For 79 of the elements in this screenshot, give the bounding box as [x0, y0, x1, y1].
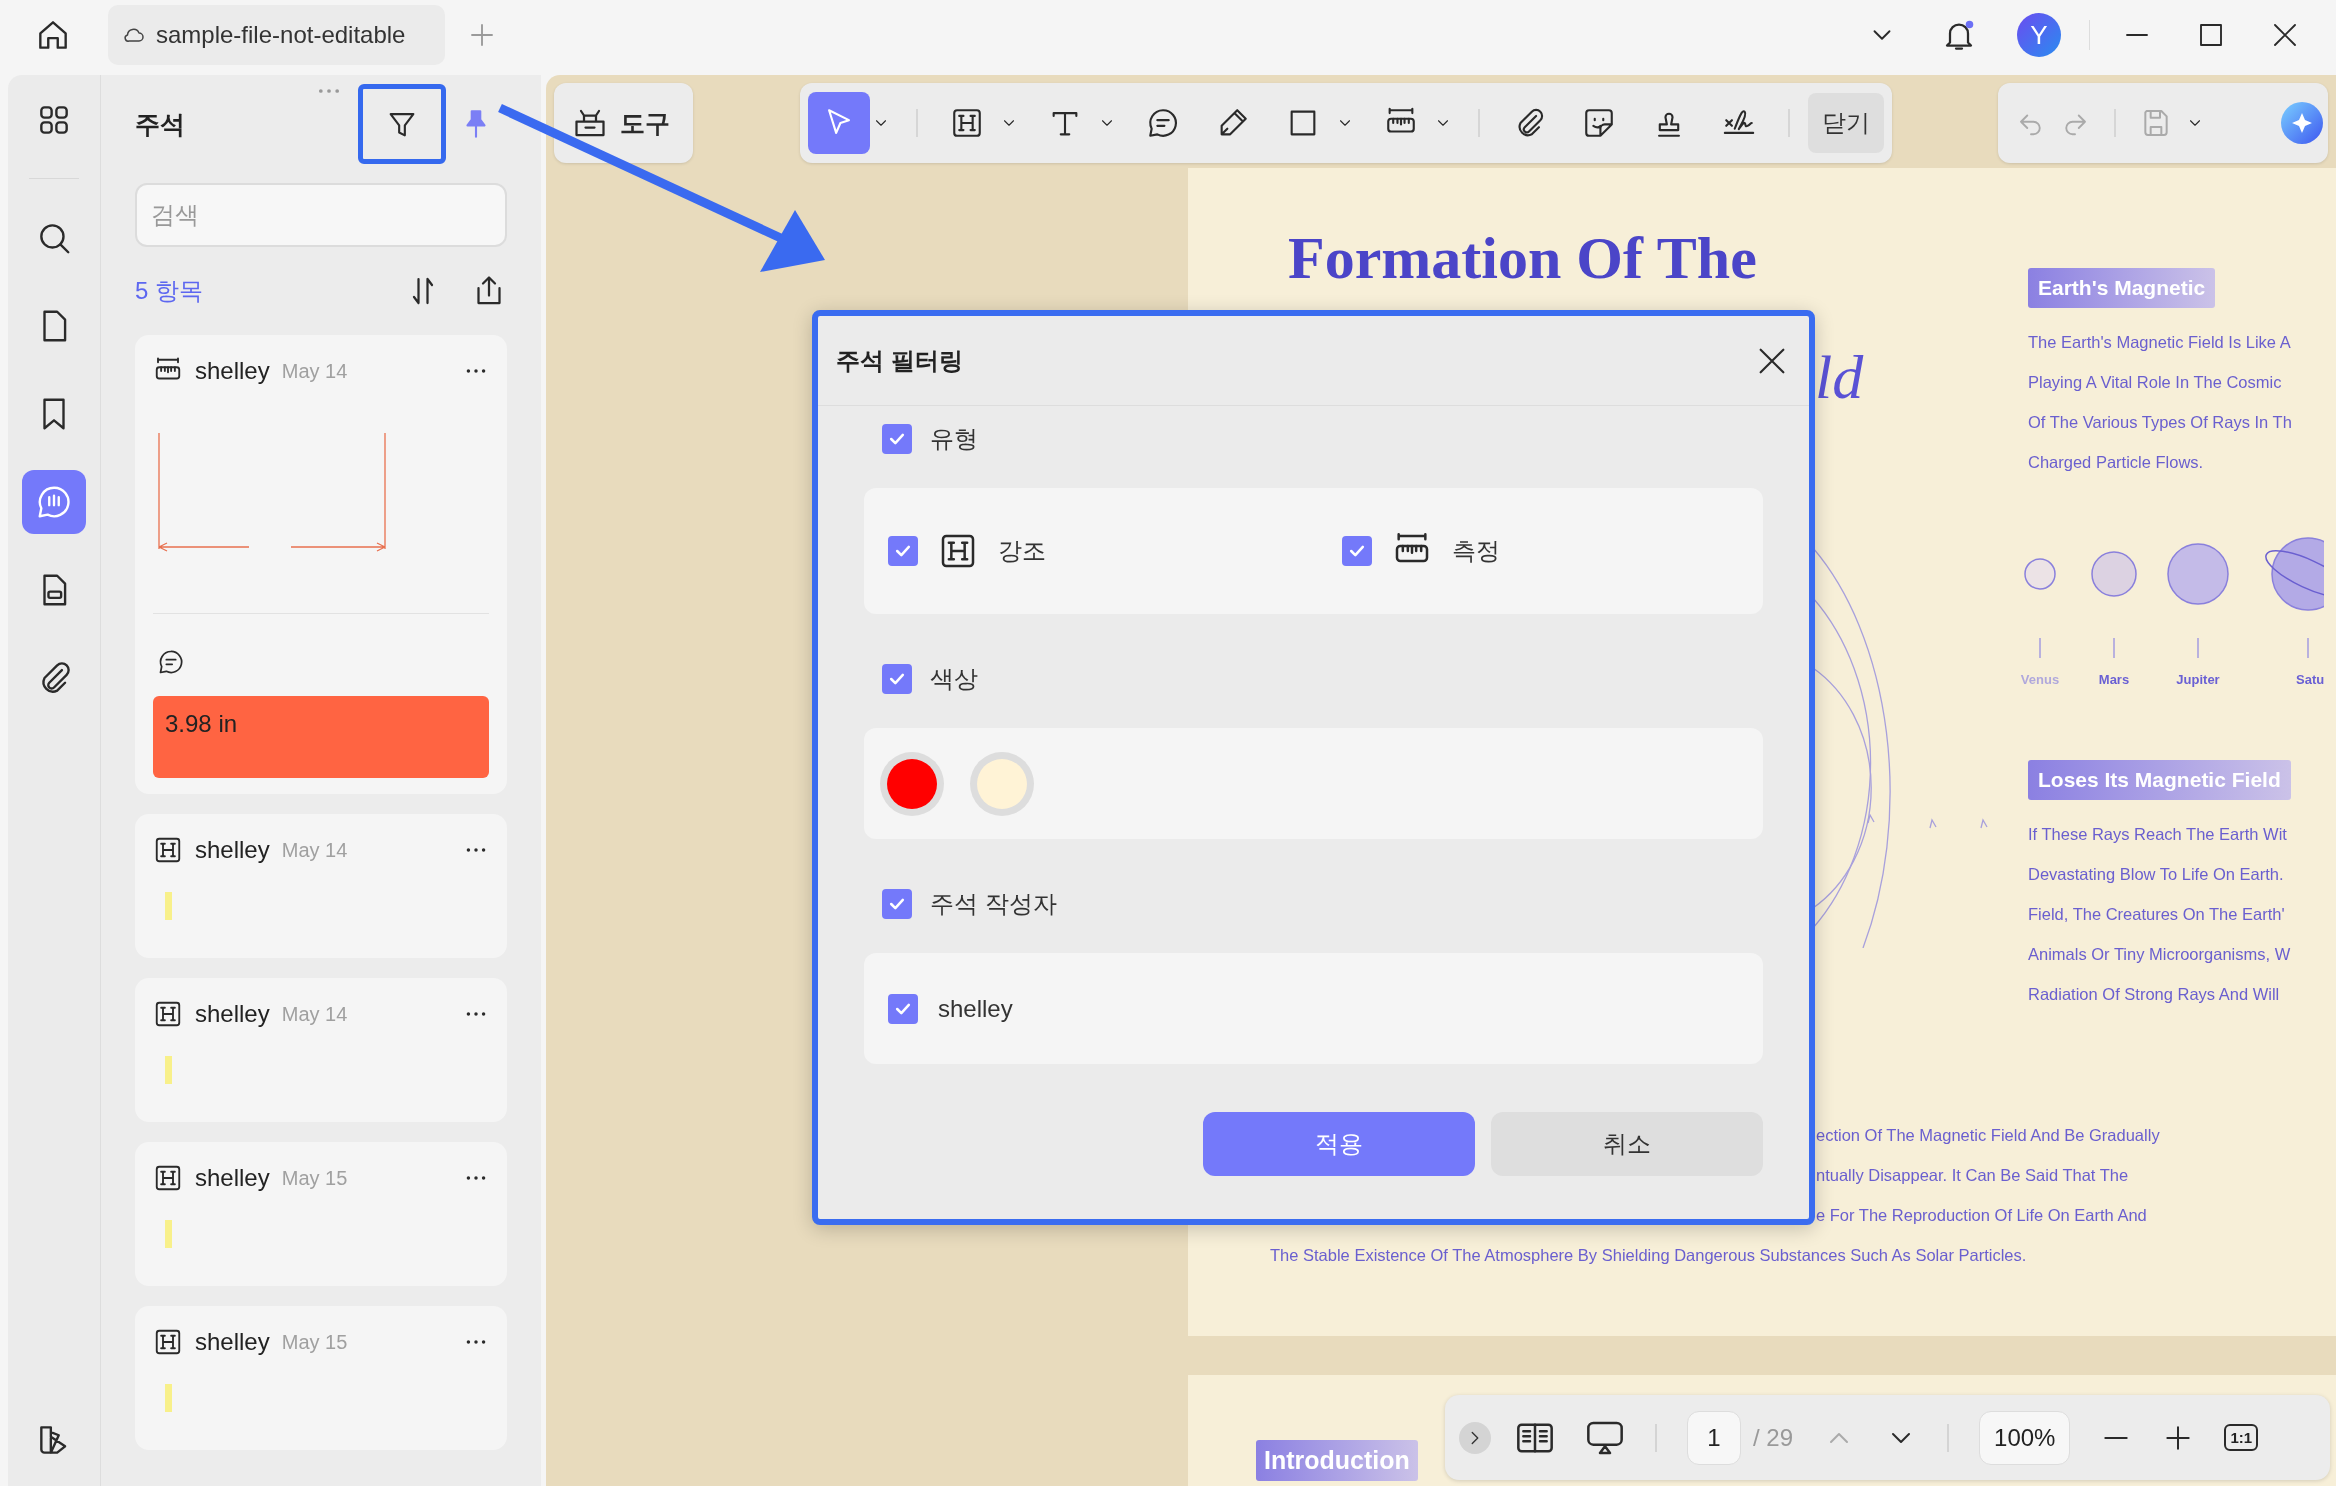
checkbox[interactable] [888, 536, 918, 566]
text-line: Radiation Of Strong Rays And Will [2028, 984, 2280, 1005]
highlight-swatch [165, 1220, 172, 1248]
planet-label: Satu [2296, 672, 2324, 687]
checkbox[interactable] [888, 993, 918, 1024]
author-name: shelley [195, 1000, 270, 1028]
checkbox[interactable] [1341, 536, 1372, 566]
h-letter-icon [153, 999, 183, 1029]
text-line: Charged Particle Flows. [2028, 452, 2204, 473]
document-title: Formation Of The [1288, 228, 1758, 288]
checkbox[interactable] [882, 889, 912, 919]
close-button[interactable]: 닫기 [1807, 93, 1884, 153]
text-line: Playing A Vital Role In The Cosmic [2028, 372, 2282, 393]
annotation-card[interactable]: shelley May 15 [135, 1306, 507, 1450]
filter-button[interactable] [358, 84, 446, 164]
comment-text: 3.98 in [153, 696, 489, 778]
highlight-swatch [165, 1384, 172, 1412]
annotation-card[interactable]: shelley May 15 [135, 1142, 507, 1286]
option-label: 강조 [998, 536, 1046, 566]
apply-button[interactable]: 적용 [1203, 1112, 1475, 1176]
avatar[interactable]: Y [2017, 13, 2061, 57]
highlight-swatch [165, 1056, 172, 1084]
option-label: shelley [938, 994, 1013, 1023]
author-name: shelley [195, 1328, 270, 1356]
checkbox[interactable] [882, 664, 912, 694]
page-total: / 29 [1753, 1423, 1794, 1452]
planet-label: Venus [2020, 672, 2060, 687]
h-letter-icon [153, 1163, 183, 1193]
assistant-icon[interactable] [2280, 101, 2324, 145]
author-name: shelley [195, 836, 270, 864]
planet-label: Mars [2098, 672, 2130, 687]
date: May 15 [281, 1330, 348, 1354]
checkbox[interactable] [882, 424, 912, 454]
text-line: The Stable Existence Of The Atmosphere By Shielding Dangerous Substances Such As Solar Particles. [1270, 1245, 2027, 1266]
text-line: e For The Reproduction Of Life On Earth And [1816, 1205, 2147, 1226]
search-field[interactable]: 검색 [135, 183, 507, 247]
page-number-field[interactable]: 1 [1687, 1410, 1741, 1465]
section-heading: Loses Its Magnetic Field [2028, 760, 2291, 800]
planet-drawing [2167, 543, 2229, 605]
section-heading: Earth's Magnetic [2028, 268, 2216, 308]
h-letter-icon [153, 835, 183, 865]
panel-title: 주석 [135, 108, 185, 140]
zoom-field[interactable]: 100% [1979, 1410, 2071, 1465]
annotation-card[interactable]: shelley May 14 [135, 814, 507, 958]
h-letter-icon [153, 1327, 183, 1357]
text-line: Devastating Blow To Life On Earth. [2028, 864, 2284, 885]
author-name: shelley [195, 357, 270, 385]
section-label: 색상 [930, 664, 978, 694]
comment-icon [157, 648, 185, 676]
expand-button[interactable] [1459, 1421, 1491, 1454]
text-line: ection Of The Magnetic Field And Be Gradually [1816, 1125, 2160, 1146]
date: May 14 [281, 838, 348, 862]
planet-drawing [2091, 551, 2137, 597]
annotation-card[interactable]: shelley May 14 [135, 978, 507, 1122]
tools-button[interactable]: 도구 [554, 83, 693, 163]
date: May 14 [281, 1002, 348, 1026]
text-line: ntually Disappear. It Can Be Said That The [1816, 1165, 2129, 1186]
date: May 14 [281, 359, 348, 383]
section-label: 유형 [930, 424, 978, 454]
title-fragment: ld [1815, 346, 1864, 408]
section-heading: Introduction [1256, 1440, 1418, 1481]
cancel-button[interactable]: 취소 [1491, 1112, 1763, 1176]
text-line: The Earth's Magnetic Field Is Like A [2028, 332, 2291, 353]
text-line: If These Rays Reach The Earth Wit [2028, 824, 2287, 845]
actual-size-button[interactable]: 1:1 [2224, 1424, 2259, 1451]
section-label: 주석 작성자 [930, 889, 1057, 919]
option-label: 측정 [1451, 536, 1500, 566]
author-name: shelley [195, 1164, 270, 1192]
planet-drawing [2024, 558, 2056, 590]
date: May 15 [281, 1166, 348, 1190]
text-line: Field, The Creatures On The Earth' [2028, 904, 2285, 925]
text-line: Animals Or Tiny Microorganisms, W [2028, 944, 2291, 965]
highlight-swatch [165, 892, 172, 920]
tab-title: sample-file-not-editable [156, 21, 406, 49]
dialog-title: 주석 필터링 [836, 345, 963, 376]
item-count: 5 항목 [135, 276, 203, 306]
file-tab[interactable]: sample-file-not-editable [108, 5, 446, 65]
text-line: Of The Various Types Of Rays In Th [2028, 412, 2292, 433]
planet-label: Jupiter [2176, 672, 2220, 687]
